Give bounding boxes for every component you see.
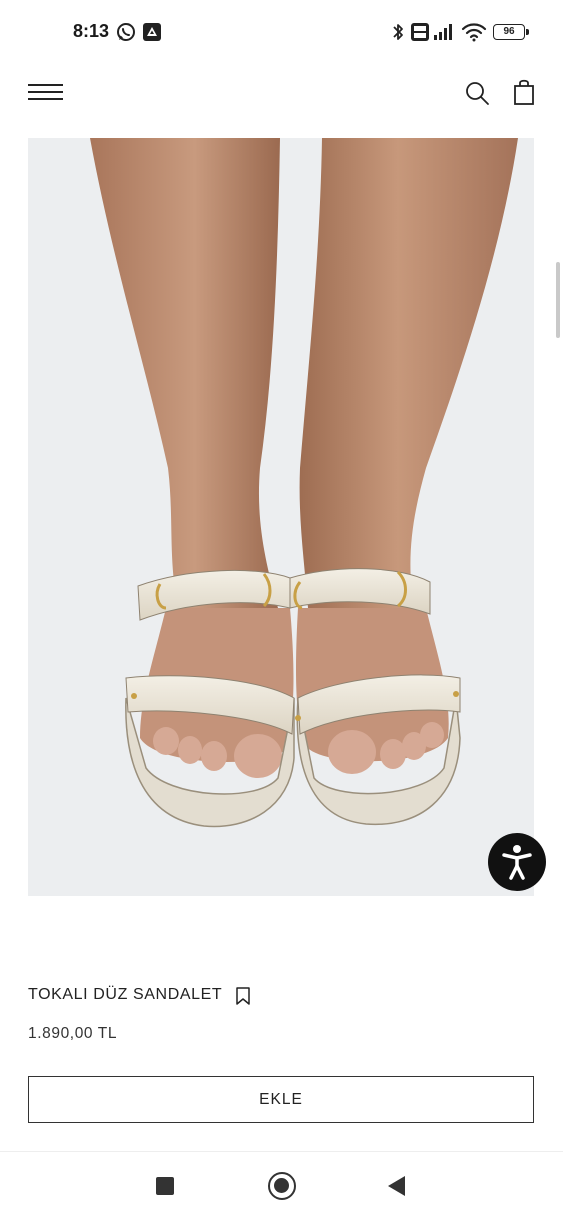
recents-icon[interactable] — [156, 1177, 174, 1195]
shopping-bag-icon — [514, 79, 534, 105]
product-name: TOKALI DÜZ SANDALET — [28, 986, 223, 1003]
app-notification-icon — [143, 23, 161, 41]
status-time: 8:13 — [73, 21, 110, 41]
accessibility-button[interactable] — [488, 833, 546, 891]
bookmark-button[interactable] — [234, 986, 252, 1006]
bookmark-icon — [236, 987, 250, 1005]
accessibility-icon — [502, 845, 532, 880]
product-image[interactable] — [28, 138, 534, 896]
search-icon — [466, 82, 489, 105]
product-price: 1.890,00 TL — [28, 1025, 118, 1042]
whatsapp-icon — [117, 23, 135, 41]
bluetooth-icon — [393, 24, 403, 40]
volte-icon — [411, 23, 429, 41]
menu-button[interactable] — [28, 83, 64, 103]
product-photo-sandals — [28, 138, 534, 896]
home-icon[interactable] — [268, 1172, 296, 1200]
add-to-cart-button[interactable]: EKLE — [28, 1076, 534, 1123]
battery-icon: 96 — [493, 24, 529, 40]
back-icon[interactable] — [388, 1176, 405, 1196]
app-header — [0, 64, 563, 124]
status-bar: 8:13 96 — [0, 0, 563, 64]
shopping-bag-button[interactable] — [511, 78, 537, 106]
wifi-icon — [461, 23, 487, 42]
signal-icon — [434, 24, 452, 40]
search-button[interactable] — [464, 80, 490, 106]
scrollbar[interactable] — [556, 262, 560, 338]
system-navigation-bar — [0, 1151, 563, 1219]
